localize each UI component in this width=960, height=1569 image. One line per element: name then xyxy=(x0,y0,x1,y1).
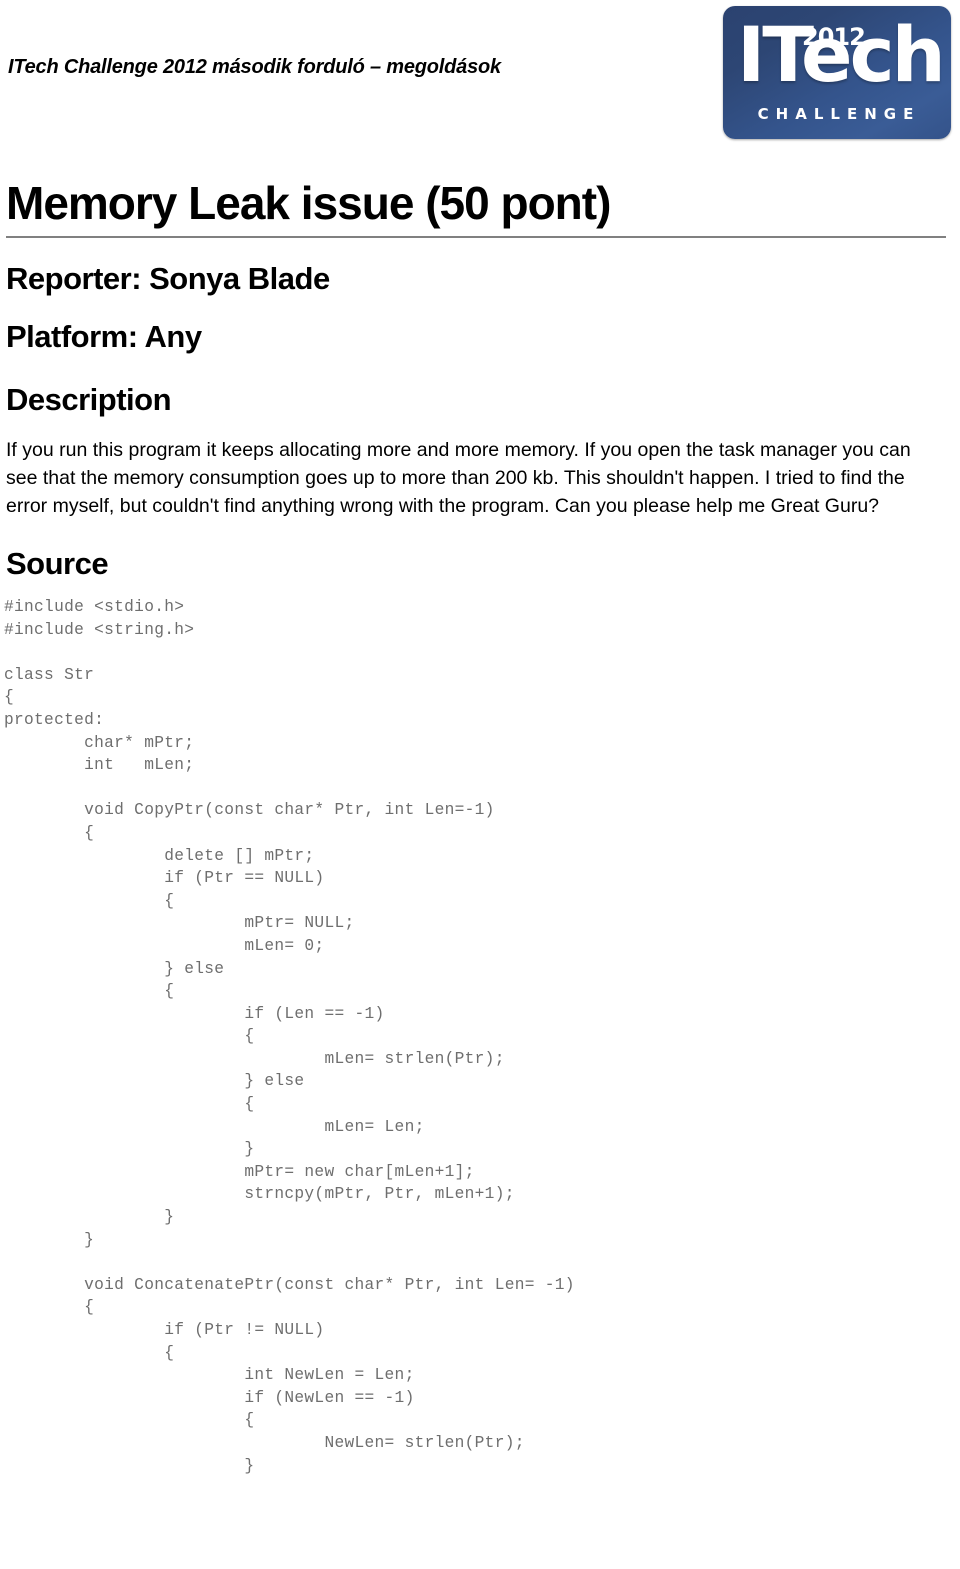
logo-subtitle: CHALLENGE xyxy=(757,105,921,123)
itech-challenge-logo: ITech 2012 CHALLENGE xyxy=(723,6,951,139)
document-body: Memory Leak issue (50 pont) Reporter: So… xyxy=(0,150,960,1477)
source-code-block: #include <stdio.h> #include <string.h> c… xyxy=(4,598,575,1475)
reporter-line: Reporter: Sonya Blade xyxy=(6,261,330,296)
page-header: ITech Challenge 2012 második forduló – m… xyxy=(0,0,960,150)
source-heading: Source xyxy=(6,546,109,581)
platform-line: Platform: Any xyxy=(6,319,202,354)
logo-year-badge: 2012 xyxy=(802,23,866,51)
logo-artwork: ITech 2012 CHALLENGE xyxy=(723,6,951,139)
page-title: Memory Leak issue (50 pont) xyxy=(6,176,946,238)
running-header-title: ITech Challenge 2012 második forduló – m… xyxy=(8,56,501,78)
description-paragraph: If you run this program it keeps allocat… xyxy=(6,439,911,517)
description-heading: Description xyxy=(6,382,172,417)
